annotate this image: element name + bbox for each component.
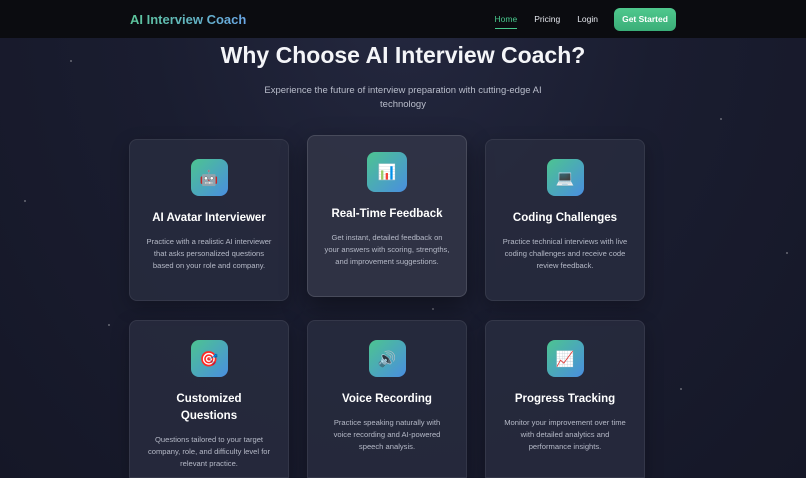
feature-card-customized-questions: 🎯 Customized Questions Questions tailore… (129, 320, 289, 478)
background-star (24, 200, 26, 202)
top-navbar: AI Interview Coach Home Pricing Login Ge… (0, 0, 806, 38)
feature-card-real-time-feedback: 📊 Real-Time Feedback Get instant, detail… (307, 135, 467, 297)
section-title: Why Choose AI Interview Coach? (220, 42, 586, 68)
feature-description: Monitor your improvement over time with … (504, 418, 626, 451)
section-subtitle: Experience the future of interview prepa… (264, 85, 542, 110)
background-star (432, 308, 434, 310)
feature-title: AI Avatar Interviewer (152, 212, 266, 224)
feature-title: Coding Challenges (512, 212, 618, 224)
feature-card-progress-tracking: 📈 Progress Tracking Monitor your improve… (485, 320, 645, 478)
laptop-icon: 💻 (546, 159, 584, 196)
nav-link-home[interactable]: Home (494, 10, 517, 29)
feature-title: Real-Time Feedback (331, 208, 443, 220)
feature-description: Practice with a realistic AI interviewer… (146, 237, 272, 270)
feature-card-voice-recording: 🔊 Voice Recording Practice speaking natu… (307, 320, 467, 478)
line-chart-icon: 📈 (546, 340, 584, 377)
nav-link-login[interactable]: Login (577, 10, 598, 28)
feature-description: Questions tailored to your target compan… (147, 435, 271, 468)
feature-title: Progress Tracking (514, 393, 616, 405)
feature-description: Practice speaking naturally with voice r… (333, 418, 441, 451)
feature-description: Practice technical interviews with live … (502, 237, 628, 270)
feature-card-ai-avatar: 🤖 AI Avatar Interviewer Practice with a … (129, 139, 289, 301)
robot-icon: 🤖 (190, 159, 228, 196)
background-star (720, 118, 722, 120)
bar-chart-icon: 📊 (367, 152, 407, 192)
feature-title: Voice Recording (342, 393, 432, 405)
speaker-icon: 🔊 (368, 340, 406, 377)
get-started-button[interactable]: Get Started (614, 7, 676, 31)
nav-link-pricing[interactable]: Pricing (534, 10, 560, 28)
target-icon: 🎯 (190, 340, 228, 377)
nav-links: Home Pricing Login Get Started (478, 7, 676, 31)
background-star (680, 388, 682, 390)
background-star (108, 324, 110, 326)
brand-logo[interactable]: AI Interview Coach (130, 12, 246, 27)
feature-description: Get instant, detailed feedback on your a… (324, 233, 450, 266)
feature-card-coding-challenges: 💻 Coding Challenges Practice technical i… (485, 139, 645, 301)
feature-title: Customized Questions (176, 393, 242, 422)
background-star (786, 252, 788, 254)
